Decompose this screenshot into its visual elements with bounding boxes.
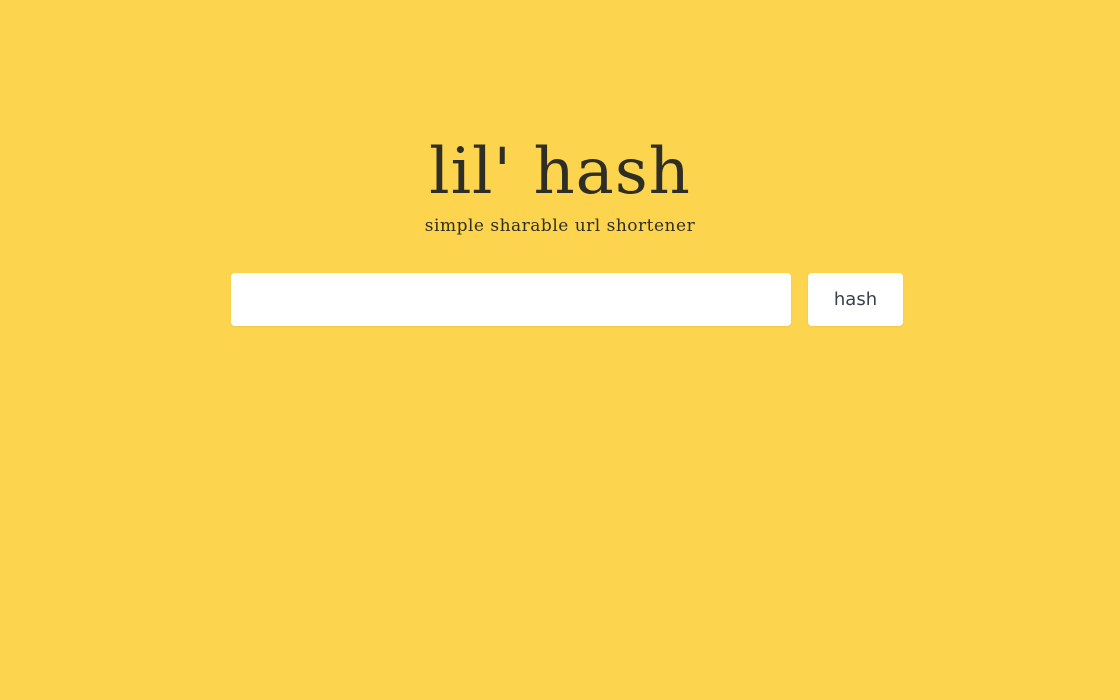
url-input[interactable] xyxy=(231,273,791,326)
hash-button[interactable]: hash xyxy=(808,273,903,326)
page-subtitle: simple sharable url shortener xyxy=(424,216,696,236)
page-title: lil' hash xyxy=(429,135,691,209)
page: lil' hash simple sharable url shortener … xyxy=(0,0,1120,700)
